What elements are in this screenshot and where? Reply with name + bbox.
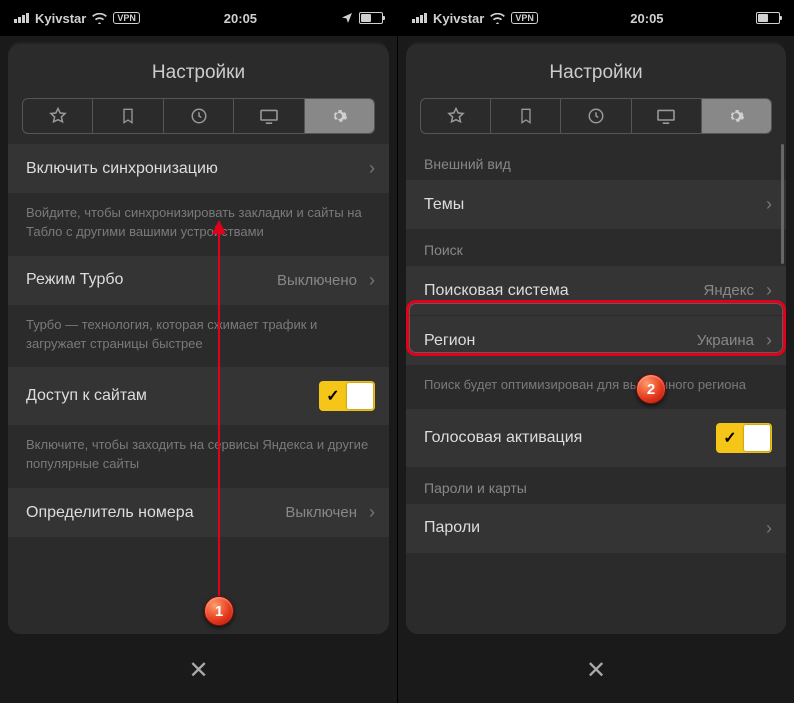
row-label: Темы (424, 196, 464, 214)
vpn-badge: VPN (113, 12, 140, 24)
annotation-arrow-head (212, 220, 226, 234)
row-label: Определитель номера (26, 504, 194, 522)
tab-bar (420, 98, 772, 134)
check-icon: ✓ (319, 386, 347, 406)
tab-devices[interactable] (234, 99, 304, 133)
chevron-right-icon: › (766, 280, 772, 301)
close-button[interactable]: ✕ (586, 656, 606, 685)
annotation-badge-1: 1 (204, 596, 234, 626)
annotation-arrow-line (218, 230, 220, 600)
chevron-right-icon: › (369, 270, 375, 291)
row-caller-id[interactable]: Определитель номера Выключен › (8, 488, 389, 538)
tab-devices[interactable] (632, 99, 702, 133)
tab-bar (22, 98, 375, 134)
tab-settings[interactable] (305, 99, 374, 133)
row-region[interactable]: Регион Украина › (406, 316, 786, 366)
page-title: Настройки (8, 44, 389, 98)
turbo-description: Турбо — технология, которая сжимает траф… (8, 306, 389, 368)
section-passwords: Пароли и карты (406, 468, 786, 504)
scroll-indicator (781, 144, 784, 264)
row-label: Включить синхронизацию (26, 160, 218, 178)
chevron-right-icon: › (369, 158, 375, 179)
row-passwords[interactable]: Пароли › (406, 504, 786, 554)
carrier-label: Kyivstar (433, 11, 484, 26)
wifi-icon (490, 13, 505, 24)
tab-bookmarks[interactable] (491, 99, 561, 133)
status-bar: Kyivstar VPN 20:05 (398, 0, 794, 36)
sync-description: Войдите, чтобы синхронизировать закладки… (8, 194, 389, 256)
row-label: Доступ к сайтам (26, 387, 147, 405)
row-voice-activation[interactable]: Голосовая активация ✓ (406, 409, 786, 468)
row-enable-sync[interactable]: Включить синхронизацию › (8, 144, 389, 194)
access-description: Включите, чтобы заходить на сервисы Янде… (8, 426, 389, 488)
wifi-icon (92, 13, 107, 24)
row-label: Голосовая активация (424, 429, 582, 447)
row-search-engine[interactable]: Поисковая система Яндекс › (406, 266, 786, 316)
clock: 20:05 (630, 11, 663, 26)
settings-card: Настройки Внешний вид Темы › Поиск Поиск… (406, 44, 786, 634)
tab-favorites[interactable] (23, 99, 93, 133)
toggle-voice[interactable]: ✓ (716, 423, 772, 453)
row-label: Регион (424, 332, 475, 350)
annotation-badge-2: 2 (636, 374, 666, 404)
battery-icon (359, 12, 383, 24)
close-button[interactable]: ✕ (188, 656, 208, 685)
signal-icon (412, 13, 427, 23)
toggle-knob (347, 383, 373, 409)
row-label: Режим Турбо (26, 271, 123, 289)
tab-settings[interactable] (702, 99, 771, 133)
vpn-badge: VPN (511, 12, 538, 24)
battery-icon (756, 12, 780, 24)
phone-left: Kyivstar VPN 20:05 Настройки Включить си… (0, 0, 397, 703)
chevron-right-icon: › (369, 502, 375, 523)
toggle-knob (744, 425, 770, 451)
tab-bookmarks[interactable] (93, 99, 163, 133)
row-value: Выключен (285, 504, 357, 521)
settings-list[interactable]: Внешний вид Темы › Поиск Поисковая систе… (406, 144, 786, 554)
row-themes[interactable]: Темы › (406, 180, 786, 230)
row-label: Пароли (424, 519, 480, 537)
signal-icon (14, 13, 29, 23)
clock: 20:05 (224, 11, 257, 26)
row-label: Поисковая система (424, 282, 569, 300)
tab-favorites[interactable] (421, 99, 491, 133)
chevron-right-icon: › (766, 194, 772, 215)
tab-history[interactable] (164, 99, 234, 133)
row-turbo[interactable]: Режим Турбо Выключено › (8, 256, 389, 306)
row-value: Яндекс (704, 282, 754, 299)
chevron-right-icon: › (766, 330, 772, 351)
settings-list[interactable]: Включить синхронизацию › Войдите, чтобы … (8, 144, 389, 538)
tab-history[interactable] (561, 99, 631, 133)
location-icon (341, 12, 353, 24)
phone-right: Kyivstar VPN 20:05 Настройки Внешний вид… (397, 0, 794, 703)
toggle-site-access[interactable]: ✓ (319, 381, 375, 411)
row-value: Украина (697, 332, 754, 349)
section-appearance: Внешний вид (406, 144, 786, 180)
page-title: Настройки (406, 44, 786, 98)
settings-card: Настройки Включить синхронизацию › Войди… (8, 44, 389, 634)
row-site-access[interactable]: Доступ к сайтам ✓ (8, 367, 389, 426)
section-search: Поиск (406, 230, 786, 266)
check-icon: ✓ (716, 428, 744, 448)
status-bar: Kyivstar VPN 20:05 (0, 0, 397, 36)
carrier-label: Kyivstar (35, 11, 86, 26)
row-value: Выключено (277, 272, 357, 289)
region-description: Поиск будет оптимизирован для выбранного… (406, 366, 786, 409)
chevron-right-icon: › (766, 518, 772, 539)
